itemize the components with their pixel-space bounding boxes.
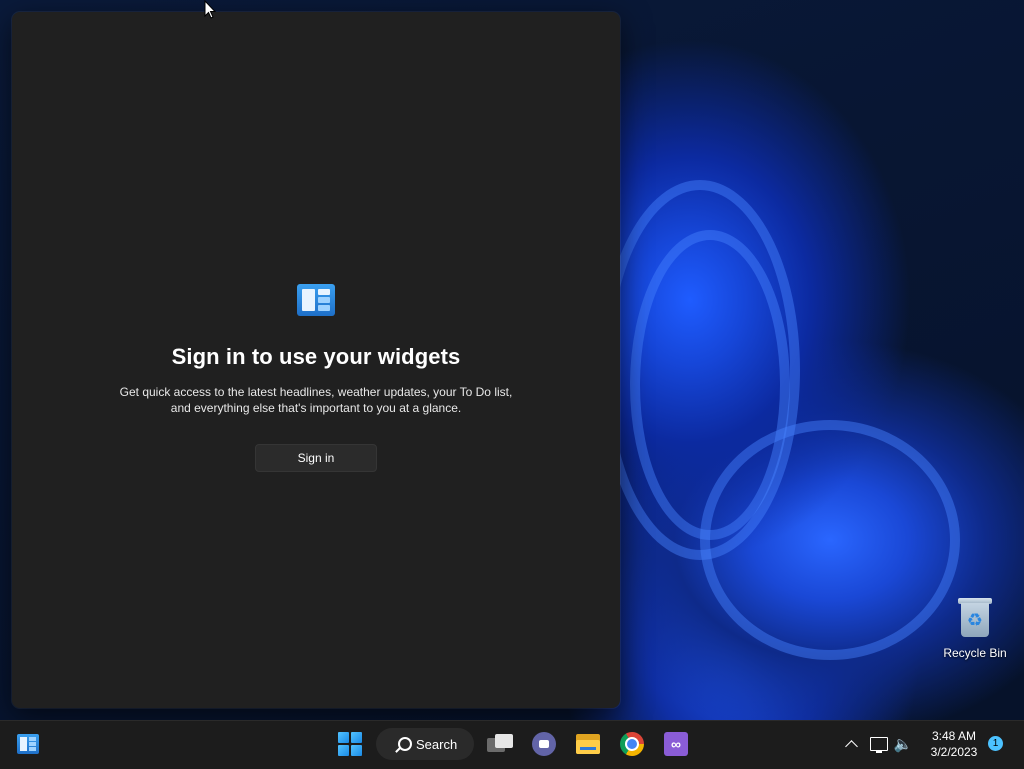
file-explorer-icon bbox=[576, 734, 600, 754]
widgets-icon bbox=[297, 284, 335, 316]
clock-date: 3/2/2023 bbox=[930, 745, 978, 759]
mouse-cursor-icon bbox=[204, 0, 216, 19]
chat-button[interactable] bbox=[528, 728, 560, 760]
chrome-button[interactable] bbox=[616, 728, 648, 760]
windows-logo-icon bbox=[338, 732, 362, 756]
taskbar-search-button[interactable]: Search bbox=[376, 728, 474, 760]
widgets-sign-in-title: Sign in to use your widgets bbox=[171, 344, 461, 369]
start-button[interactable] bbox=[334, 728, 366, 760]
recycle-bin-label: Recycle Bin bbox=[943, 646, 1007, 660]
task-view-button[interactable] bbox=[484, 728, 516, 760]
file-explorer-button[interactable] bbox=[572, 728, 604, 760]
widgets-description: Get quick access to the latest headlines… bbox=[119, 385, 513, 415]
clock[interactable]: 3:48 AM 3/2/2023 bbox=[920, 728, 988, 760]
widgets-panel: Sign in to use your widgets Get quick ac… bbox=[12, 12, 620, 708]
recycle-bin-icon: ♻ bbox=[958, 596, 992, 638]
widgets-taskbar-button[interactable] bbox=[12, 728, 44, 760]
search-label: Search bbox=[416, 736, 458, 752]
volume-icon: 🔈 bbox=[893, 736, 913, 753]
volume-button[interactable]: 🔈 bbox=[892, 728, 914, 760]
network-icon bbox=[870, 737, 888, 753]
visual-studio-button[interactable]: ∞ bbox=[660, 728, 692, 760]
visual-studio-icon: ∞ bbox=[664, 732, 688, 756]
show-hidden-icons-button[interactable] bbox=[842, 728, 860, 760]
recycle-bin-shortcut[interactable]: ♻ Recycle Bin bbox=[940, 596, 1010, 660]
network-button[interactable] bbox=[868, 728, 890, 760]
sign-in-button[interactable]: Sign in bbox=[255, 444, 377, 472]
clock-time: 3:48 AM bbox=[931, 729, 977, 743]
task-view-icon bbox=[487, 734, 513, 754]
chat-icon bbox=[532, 732, 556, 756]
chevron-up-icon bbox=[844, 740, 858, 753]
chrome-icon bbox=[620, 732, 644, 756]
notification-badge[interactable]: 1 bbox=[988, 736, 1003, 751]
wallpaper-swirl bbox=[700, 420, 960, 660]
search-icon bbox=[398, 737, 412, 751]
widgets-icon bbox=[17, 734, 39, 754]
